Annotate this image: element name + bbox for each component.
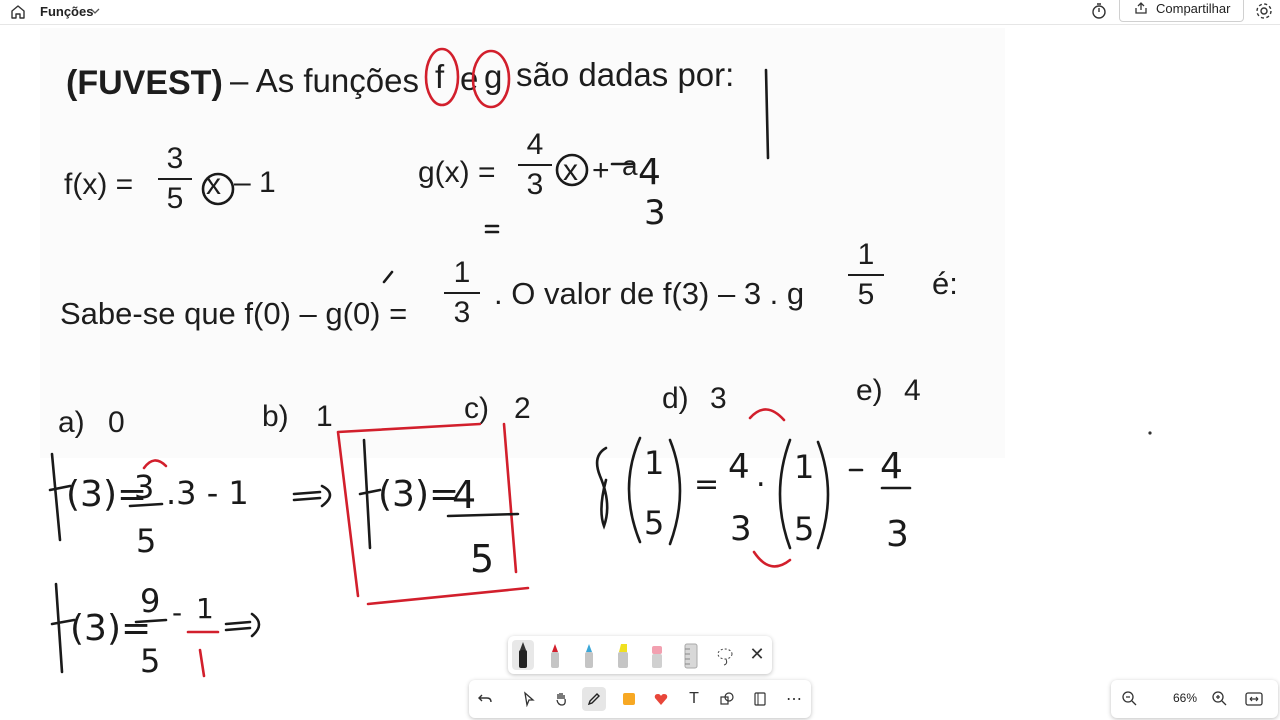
zoom-control: 66%: [1111, 680, 1278, 718]
red-circle-g: [471, 49, 511, 109]
undo-icon[interactable]: [473, 687, 497, 711]
hand-1-top: 1: [196, 592, 214, 625]
ink-layer[interactable]: (3)= 3 5 .3 - 1 (3)= 4 5 (3)= 9 5 - 1 1 …: [0, 0, 1280, 720]
g-letter-hand: [595, 446, 609, 530]
hand-5: 5: [470, 537, 494, 581]
hand-f3-c: (3)=: [70, 608, 151, 649]
hand-f3-b: (3)=: [378, 474, 459, 515]
drawing-toolbar: T ⋯: [469, 680, 811, 718]
arrow-2: [224, 612, 261, 638]
hand-9: 9: [140, 582, 160, 620]
hand-1a: 1: [644, 444, 664, 482]
circle-x-g: [555, 153, 589, 187]
select-icon[interactable]: [517, 687, 541, 711]
red-arc-small: [142, 459, 168, 470]
hand-5b: 5: [140, 642, 160, 680]
red-fraction: [186, 630, 220, 678]
hand-dot: .: [756, 459, 766, 494]
fit-to-screen-icon[interactable]: [1243, 688, 1265, 710]
hand-4: 4: [452, 473, 476, 517]
red-pen-icon[interactable]: [544, 640, 566, 670]
arrow-1: [292, 484, 332, 508]
red-arc-top: [748, 408, 786, 422]
hand-frac-3: 3: [134, 468, 154, 506]
zoom-level: 66%: [1172, 691, 1198, 705]
close-icon[interactable]: ✕: [748, 644, 766, 664]
more-icon[interactable]: ⋯: [782, 687, 806, 711]
highlighter-icon[interactable]: [612, 640, 634, 670]
hand-3b: 3: [730, 509, 752, 549]
hand-minus: -: [172, 596, 182, 629]
zoom-out-icon[interactable]: [1119, 688, 1141, 710]
paren-close-2: [816, 440, 830, 550]
hand-gx-4: 4: [638, 152, 661, 193]
paren-open-2: [778, 438, 792, 550]
hand-frac-5: 5: [136, 522, 156, 560]
hand-eq: =: [694, 467, 719, 502]
circle-x-f: [201, 172, 235, 206]
hand-icon[interactable]: [549, 687, 573, 711]
hand-gx-3: 3: [644, 193, 666, 233]
hand-5c: 5: [644, 504, 664, 542]
black-pen-icon[interactable]: [512, 640, 534, 670]
hand-5d: 5: [794, 510, 814, 548]
hand-dot-3: .3 - 1: [166, 474, 249, 512]
lasso-icon[interactable]: [714, 640, 736, 670]
pen-toolbar: ✕: [508, 636, 772, 674]
heart-icon[interactable]: [649, 687, 673, 711]
paren-close-1: [668, 438, 682, 546]
blue-pen-icon[interactable]: [578, 640, 600, 670]
text-tool-icon[interactable]: T: [682, 687, 706, 711]
shapes-icon[interactable]: [715, 687, 739, 711]
red-arc-bottom: [752, 550, 792, 568]
stray-dot: [1148, 431, 1152, 435]
f-letter-2: [358, 438, 382, 550]
paren-open-1: [627, 436, 642, 544]
zoom-in-icon[interactable]: [1209, 688, 1231, 710]
hand-1b: 1: [794, 448, 814, 486]
hand-4b: 4: [728, 447, 750, 487]
equals-mark: [484, 224, 500, 234]
pen-mark-top-right: [764, 68, 770, 160]
check-mark: [382, 270, 394, 284]
insert-image-icon[interactable]: [748, 687, 772, 711]
hand-4c: 4: [880, 446, 903, 487]
ruler-icon[interactable]: [680, 640, 702, 670]
sticky-note-icon[interactable]: [617, 687, 641, 711]
red-circle-f: [424, 47, 460, 107]
pen-tool-icon[interactable]: [582, 687, 606, 711]
hand-3c: 3: [886, 514, 909, 555]
pink-eraser-icon[interactable]: [646, 640, 668, 670]
